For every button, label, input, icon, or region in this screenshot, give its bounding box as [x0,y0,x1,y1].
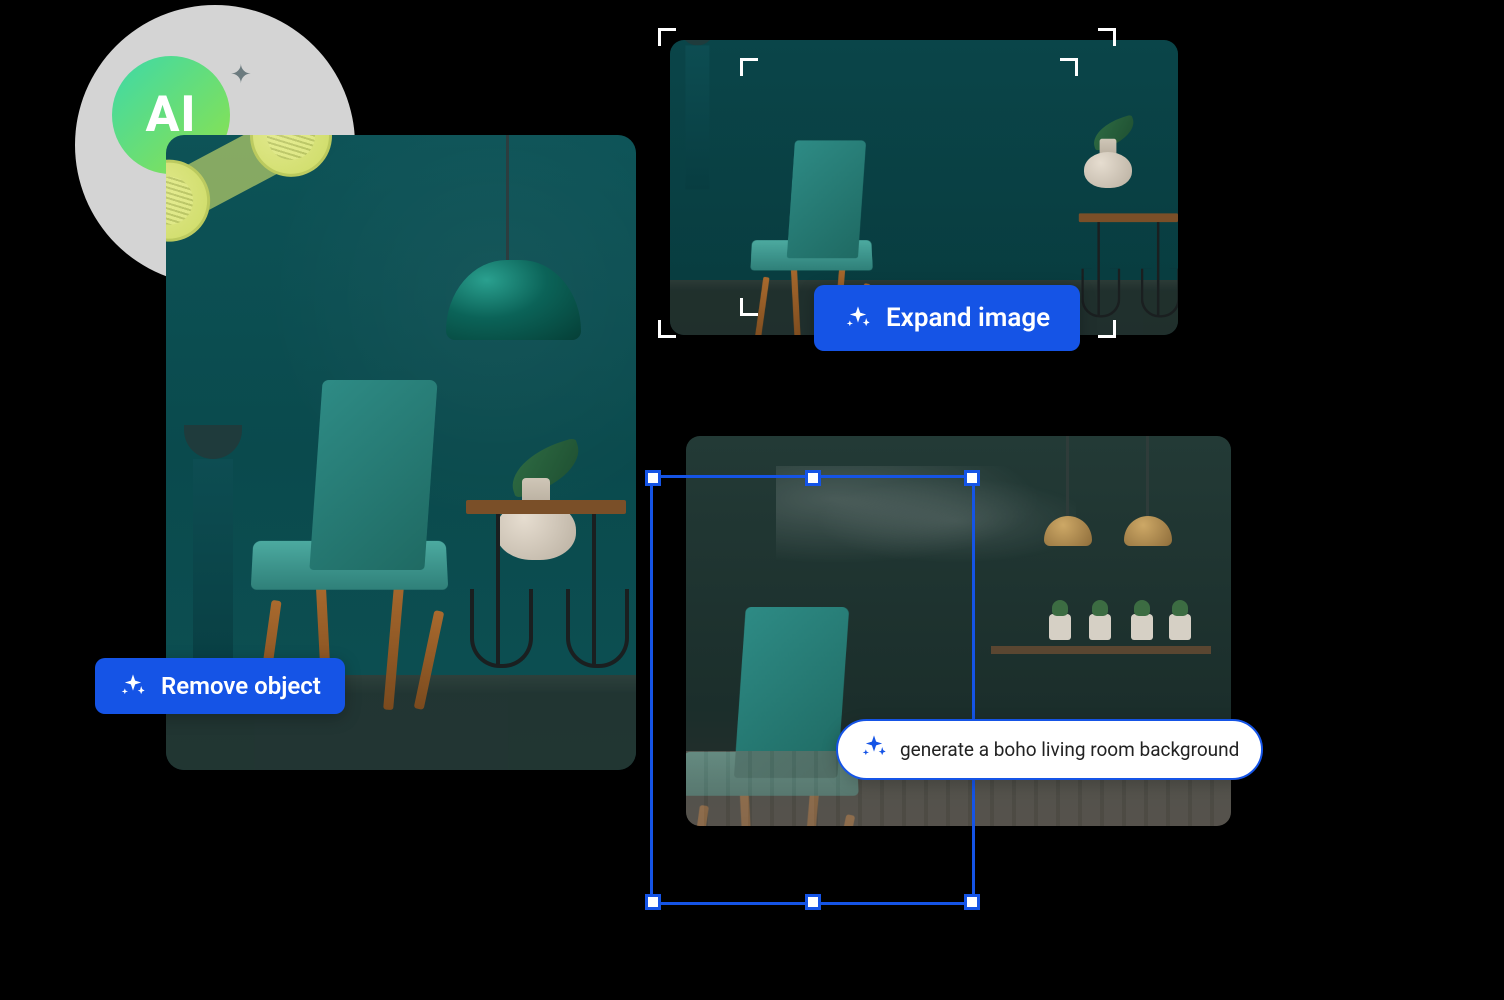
plant-pot [1049,614,1071,640]
crop-mark[interactable] [1098,28,1116,46]
expand-image-label: Expand image [886,303,1050,333]
sparkle-icon [844,304,872,332]
pendant-lamp [1146,436,1149,526]
selection-handle[interactable] [805,894,821,910]
sparkle-icon: ✦ [230,60,252,90]
pedestal [680,40,715,187]
side-table [466,500,626,680]
generate-prompt-input[interactable]: generate a boho living room background [836,719,1263,780]
crop-mark-inner[interactable] [740,58,758,76]
remove-object-label: Remove object [161,672,321,700]
vase [1084,122,1132,188]
pendant-lamp-shade [446,260,581,340]
plant-pot [1131,614,1153,640]
selection-handle[interactable] [645,470,661,486]
crop-mark-inner[interactable] [740,298,758,316]
crop-mark[interactable] [1098,320,1116,338]
crop-mark-inner[interactable] [1060,58,1078,76]
sparkle-icon [119,672,147,700]
plant-pot [1089,614,1111,640]
plant-pot [1169,614,1191,640]
chair [686,607,873,826]
pendant-lamp [1066,436,1069,526]
shelf [991,646,1211,654]
highlighted-object[interactable] [166,135,309,227]
side-table [1079,213,1178,325]
crop-mark[interactable] [658,320,676,338]
wall-light [776,466,1076,576]
generate-prompt-text: generate a boho living room background [900,738,1239,761]
expand-image-button[interactable]: Expand image [814,285,1080,351]
selection-handle[interactable] [964,894,980,910]
crop-mark[interactable] [658,28,676,46]
sparkle-icon [860,733,888,766]
remove-object-button[interactable]: Remove object [95,658,345,714]
selection-handle[interactable] [645,894,661,910]
